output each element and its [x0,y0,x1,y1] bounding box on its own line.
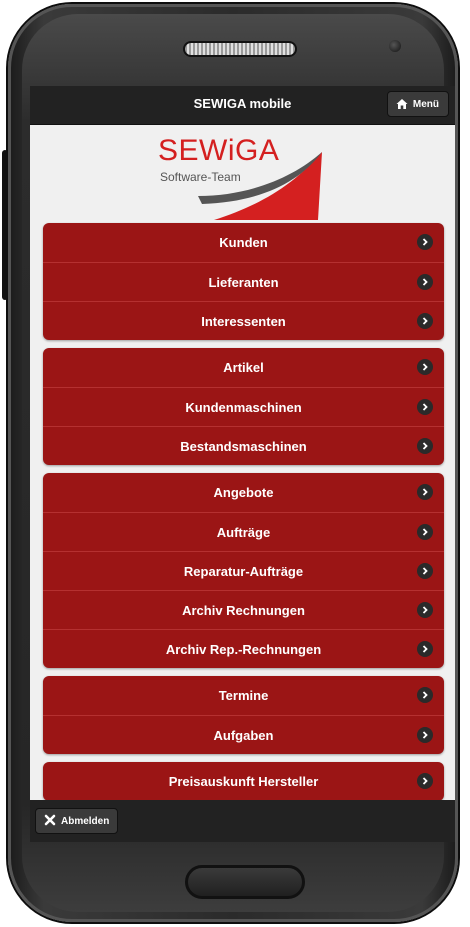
menu-item-archiv-rep-rechnungen[interactable]: Archiv Rep.-Rechnungen [43,629,444,668]
logo-brand: SEWiGA [158,134,280,167]
menu-item-reparatur-auftraege[interactable]: Reparatur-Aufträge [43,551,444,590]
phone-camera [389,40,401,52]
menu-button[interactable]: Menü [386,91,449,117]
phone-home-button [185,865,305,899]
menu-item-archiv-rechnungen[interactable]: Archiv Rechnungen [43,590,444,629]
chevron-right-icon [417,399,433,415]
app-footer: Abmelden [30,800,455,842]
menu-item-artikel[interactable]: Artikel [43,348,444,387]
menu-item-interessenten[interactable]: Interessenten [43,301,444,340]
menu-item-label: Preisauskunft Hersteller [168,774,319,789]
menu-item-label: Angebote [213,485,274,500]
chevron-right-icon [417,727,433,743]
menu-item-label: Archiv Rep.-Rechnungen [165,641,322,657]
menu-item-label: Reparatur-Aufträge [183,563,304,579]
menu-item-bestandsmaschinen[interactable]: Bestandsmaschinen [43,426,444,465]
chevron-right-icon [417,524,433,540]
menu-group-documents: Angebote Aufträge Reparatur-Aufträge Arc… [43,473,444,668]
menu-item-label: Kundenmaschinen [185,399,302,415]
chevron-right-icon [417,563,433,579]
sewiga-logo: SEWiGA Software-Team [158,134,328,220]
phone-side-button [2,150,8,300]
menu-group-schedule: Termine Aufgaben [43,676,444,754]
menu-item-label: Kunden [219,235,268,250]
menu-item-kunden[interactable]: Kunden [43,223,444,262]
menu-button-label: Menü [412,98,439,110]
menu-item-termine[interactable]: Termine [43,676,444,715]
chevron-right-icon [417,687,433,703]
menu-item-aufgaben[interactable]: Aufgaben [43,715,444,754]
menu-item-label: Lieferanten [208,274,279,290]
close-icon [44,814,56,829]
chevron-right-icon [417,313,433,329]
app-header: SEWIGA mobile Menü [30,86,455,125]
menu-group-machines: Artikel Kundenmaschinen Bestandsmaschine… [43,348,444,465]
app-screen: SEWIGA mobile Menü SEWiGA Software-Team … [30,86,455,842]
home-icon [396,98,408,110]
chevron-right-icon [417,773,433,789]
logout-button-label: Abmelden [61,815,110,827]
menu-item-kundenmaschinen[interactable]: Kundenmaschinen [43,387,444,426]
menu-item-auftraege[interactable]: Aufträge [43,512,444,551]
chevron-right-icon [417,438,433,454]
menu-group-pricing: Preisauskunft Hersteller [43,762,444,801]
menu-item-angebote[interactable]: Angebote [43,473,444,512]
menu-item-lieferanten[interactable]: Lieferanten [43,262,444,301]
menu-group-contacts: Kunden Lieferanten Interessenten [43,223,444,340]
chevron-right-icon [417,484,433,500]
menu-item-preisauskunft-hersteller[interactable]: Preisauskunft Hersteller [43,762,444,801]
phone-speaker [185,43,295,55]
menu-item-label: Aufträge [216,524,271,540]
menu-item-label: Aufgaben [213,727,274,743]
chevron-right-icon [417,641,433,657]
menu-item-label: Termine [218,688,269,703]
logout-button[interactable]: Abmelden [35,808,119,834]
chevron-right-icon [417,602,433,618]
chevron-right-icon [417,274,433,290]
menu-item-label: Interessenten [201,313,286,329]
menu-item-label: Artikel [223,360,264,375]
menu-item-label: Archiv Rechnungen [182,602,305,618]
logo-tagline: Software-Team [160,170,241,184]
chevron-right-icon [417,234,433,250]
chevron-right-icon [417,359,433,375]
menu-item-label: Bestandsmaschinen [180,438,307,454]
